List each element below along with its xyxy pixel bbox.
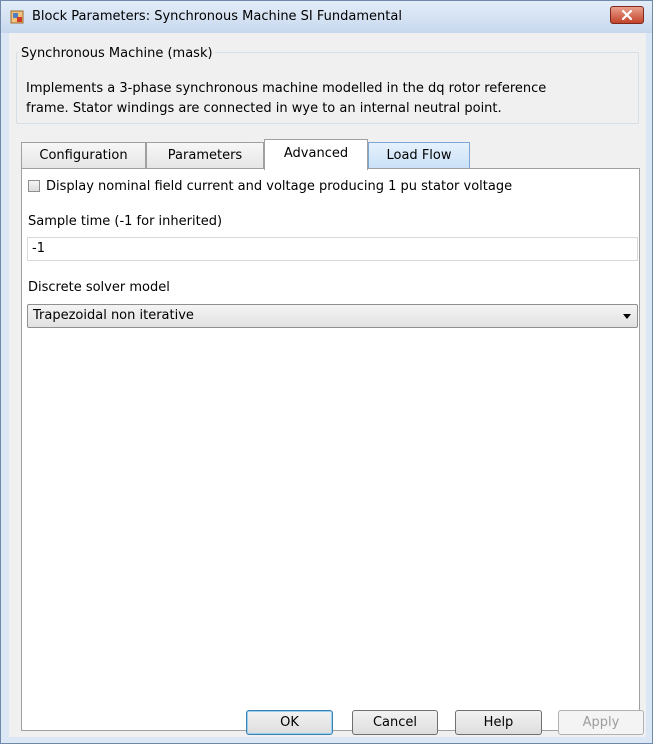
sample-time-input[interactable]: -1 <box>27 237 638 261</box>
solver-model-dropdown[interactable]: Trapezoidal non iterative <box>27 304 638 328</box>
chevron-down-icon <box>623 314 631 319</box>
solver-model-value: Trapezoidal non iterative <box>33 308 194 323</box>
mask-description: Implements a 3-phase synchronous machine… <box>26 79 636 119</box>
title-bar[interactable]: Block Parameters: Synchronous Machine SI… <box>1 1 652 33</box>
window-title: Block Parameters: Synchronous Machine SI… <box>32 9 402 24</box>
tab-parameters[interactable]: Parameters <box>146 142 264 169</box>
tab-label: Parameters <box>167 148 243 163</box>
tab-label: Load Flow <box>386 148 452 163</box>
mask-title: Synchronous Machine (mask) <box>19 46 215 61</box>
close-icon <box>621 9 633 21</box>
display-nominal-field-checkbox[interactable] <box>28 180 40 192</box>
cancel-button[interactable]: Cancel <box>352 710 438 735</box>
sample-time-label: Sample time (-1 for inherited) <box>28 214 223 229</box>
help-button[interactable]: Help <box>455 710 542 735</box>
dialog-client-area: Synchronous Machine (mask) Implements a … <box>9 33 646 737</box>
mask-description-line: Implements a 3-phase synchronous machine… <box>26 81 547 96</box>
display-nominal-field-checkbox-row[interactable]: Display nominal field current and voltag… <box>28 179 512 194</box>
advanced-tab-panel: Display nominal field current and voltag… <box>21 168 640 731</box>
solver-model-label: Discrete solver model <box>28 280 170 295</box>
mask-description-line: frame. Stator windings are connected in … <box>26 101 502 116</box>
tab-configuration[interactable]: Configuration <box>21 142 146 169</box>
ok-button[interactable]: OK <box>246 710 333 735</box>
tab-load-flow[interactable]: Load Flow <box>368 142 470 169</box>
dialog-window: Block Parameters: Synchronous Machine SI… <box>0 0 653 744</box>
close-button[interactable] <box>610 6 644 24</box>
tab-advanced[interactable]: Advanced <box>264 139 368 170</box>
tab-label: Advanced <box>283 146 349 161</box>
apply-button[interactable]: Apply <box>558 710 644 735</box>
checkbox-label: Display nominal field current and voltag… <box>46 179 513 194</box>
tab-label: Configuration <box>39 148 128 163</box>
simulink-block-icon <box>10 10 24 24</box>
